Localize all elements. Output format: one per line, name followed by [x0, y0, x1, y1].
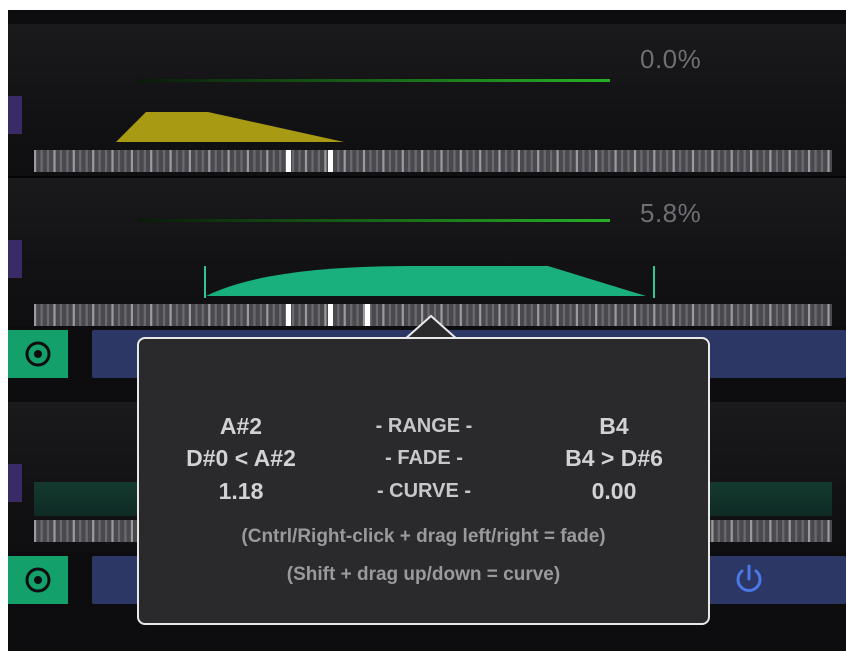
tooltip-hint-curve: (Shift + drag up/down = curve): [286, 564, 561, 585]
velocity-curve-1[interactable]: [108, 106, 368, 146]
lane-tab-1[interactable]: [8, 96, 22, 134]
level-percent-1: 0.0%: [640, 44, 702, 74]
range-start-handle: [204, 266, 206, 298]
key-marker: [328, 150, 333, 172]
key-marker: [328, 304, 333, 326]
tooltip-left-curve: 1.18: [218, 478, 264, 504]
tooltip-right-range: B4: [599, 413, 629, 439]
keyboard-strip-1[interactable]: [34, 150, 832, 172]
range-tooltip: A#2 D#0 < A#2 1.18 - RANGE - - FADE - - …: [137, 337, 710, 625]
key-marker: [286, 150, 291, 172]
tooltip-right-curve: 0.00: [591, 478, 637, 504]
tooltip-left-range: A#2: [219, 413, 263, 439]
level-percent-2: 5.8%: [640, 198, 702, 228]
target-button-2[interactable]: [8, 556, 68, 604]
velocity-curve-2[interactable]: [198, 264, 668, 300]
tooltip-left-fade: D#0 < A#2: [186, 445, 296, 471]
tooltip-label-fade: - FADE -: [385, 447, 463, 469]
tooltip-label-range: - RANGE -: [375, 415, 473, 437]
level-meter-1: [138, 79, 610, 82]
target-icon: [25, 567, 51, 593]
key-marker: [365, 304, 370, 326]
tooltip-right-fade: B4 > D#6: [565, 445, 663, 471]
key-marker: [286, 304, 291, 326]
zone-lane-2[interactable]: 5.8%: [8, 178, 846, 326]
lane-tab-2[interactable]: [8, 240, 22, 278]
tooltip-hint-fade: (Cntrl/Right-click + drag left/right = f…: [241, 526, 606, 547]
zone-lane-1[interactable]: 0.0%: [8, 24, 846, 176]
target-icon: [25, 341, 51, 367]
range-end-handle: [653, 266, 655, 298]
power-icon[interactable]: [732, 563, 766, 597]
tooltip-label-curve: - CURVE -: [376, 480, 472, 502]
lane-tab-3[interactable]: [8, 464, 22, 502]
target-button-1[interactable]: [8, 330, 68, 378]
